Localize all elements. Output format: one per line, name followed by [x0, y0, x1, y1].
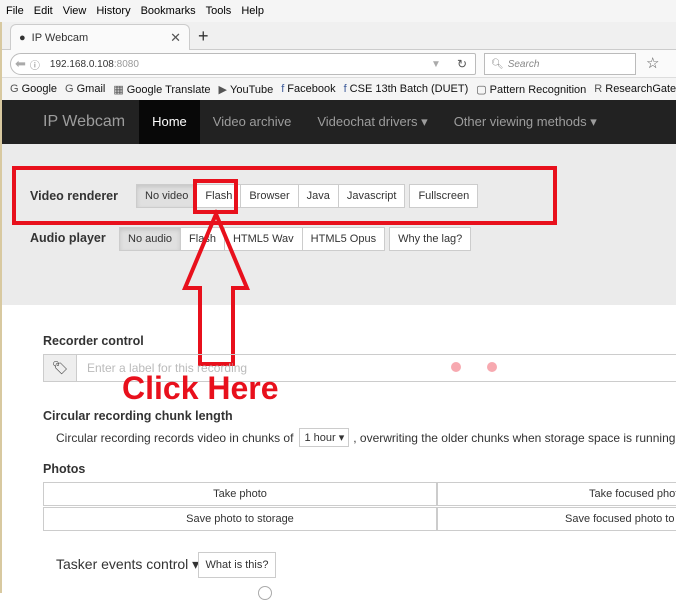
circular-title: Circular recording chunk length	[43, 409, 233, 423]
cursor-dot	[487, 362, 497, 372]
slider-handle[interactable]	[258, 586, 272, 600]
circular-text: Circular recording records video in chun…	[56, 430, 294, 445]
photos-title: Photos	[43, 462, 86, 476]
window-border	[0, 22, 2, 593]
take-focused-photo-button[interactable]: Take focused photo	[437, 482, 676, 506]
tasker-dropdown[interactable]: Tasker events control ▾	[56, 556, 199, 573]
circular-description: Circular recording records video in chun…	[56, 428, 676, 447]
cursor-dot	[451, 362, 461, 372]
circular-text-after: , overwriting the older chunks when stor…	[353, 430, 676, 445]
chunk-length-select[interactable]: 1 hour ▾	[299, 428, 350, 447]
save-focused-photo-button[interactable]: Save focused photo to st	[437, 507, 676, 531]
take-photo-button[interactable]: Take photo	[43, 482, 437, 506]
recorder-title: Recorder control	[43, 334, 144, 348]
save-photo-button[interactable]: Save photo to storage	[43, 507, 437, 531]
up-arrow-icon	[181, 208, 251, 366]
click-here-annotation: Click Here	[122, 370, 279, 406]
tag-icon: 🏷︎	[43, 354, 77, 382]
what-is-this-button[interactable]: What is this?	[198, 552, 276, 578]
